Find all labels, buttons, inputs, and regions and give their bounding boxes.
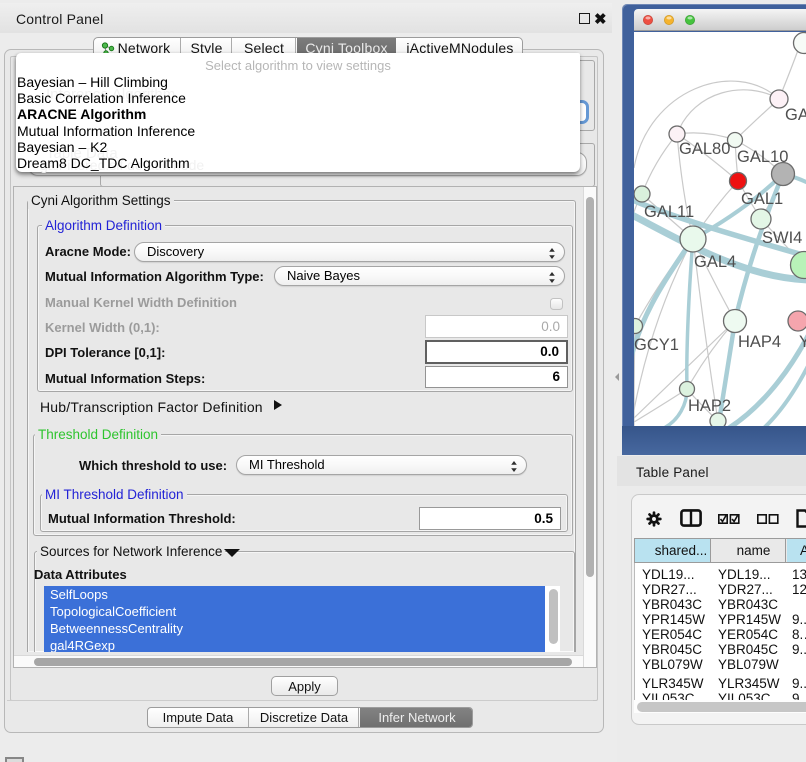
svg-text:SWI4: SWI4: [762, 229, 802, 247]
svg-text:GAL11: GAL11: [644, 203, 694, 221]
svg-text:HAP4: HAP4: [738, 333, 781, 351]
svg-text:GCY1: GCY1: [634, 336, 679, 354]
svg-text:GAL10: GAL10: [737, 148, 788, 166]
svg-text:GAL80: GAL80: [679, 140, 730, 158]
svg-text:Y: Y: [799, 333, 806, 351]
svg-text:HAP2: HAP2: [688, 397, 731, 415]
svg-text:GAL7: GAL7: [785, 106, 806, 124]
svg-text:GAL1: GAL1: [741, 190, 783, 208]
svg-text:GAL4: GAL4: [694, 253, 736, 271]
